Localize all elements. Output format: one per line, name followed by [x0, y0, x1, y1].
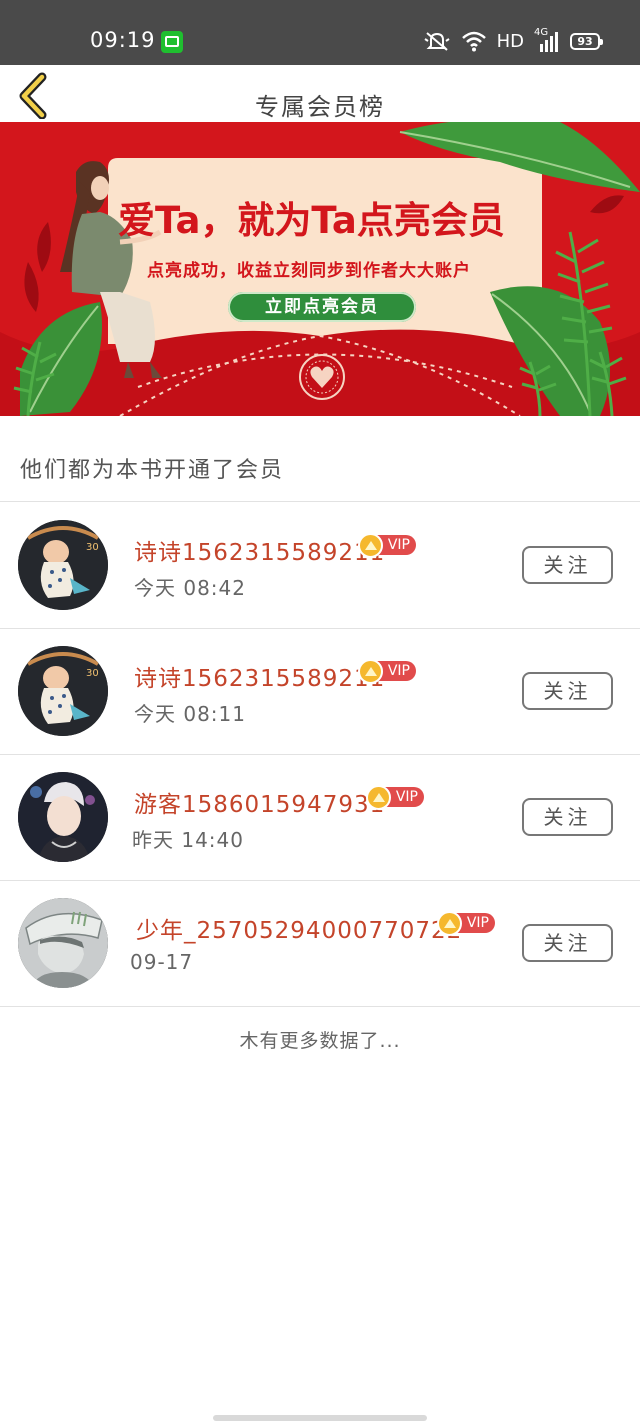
battery-icon: 93 — [570, 32, 603, 50]
follow-button[interactable]: 关注 — [522, 924, 613, 962]
network-hd-label: HD — [496, 30, 524, 52]
banner-headline: 爱Ta，就为Ta点亮会员 — [118, 199, 505, 242]
svg-text:30: 30 — [86, 542, 99, 553]
vip-badge: VIP — [358, 533, 416, 558]
promo-banner[interactable]: 爱Ta，就为Ta点亮会员 点亮成功，收益立刻同步到作者大大账户 立即点亮会员 — [0, 122, 640, 416]
follow-button[interactable]: 关注 — [522, 672, 613, 710]
avatar[interactable] — [18, 772, 108, 862]
anime-boy-drawing — [18, 898, 108, 988]
young-man-photo — [18, 772, 108, 862]
list-item: 30 诗诗1562315589211 VIP 今天 08:11 关注 — [0, 628, 640, 754]
signal-icon: 4G — [534, 27, 560, 52]
join-time: 昨天 14:40 — [132, 828, 244, 852]
list-item: 少年_25705294000770722 VIP 09-17 关注 — [0, 880, 640, 1006]
status-bar: 09:19 HD 4G 93 — [0, 0, 640, 65]
wifi-icon — [461, 31, 486, 52]
light-up-membership-button[interactable]: 立即点亮会员 — [228, 292, 416, 322]
home-indicator[interactable] — [213, 1415, 427, 1421]
svg-text:30: 30 — [86, 668, 99, 679]
section-title: 他们都为本书开通了会员 — [20, 458, 285, 483]
baby-photo: 30 — [18, 520, 108, 610]
user-name[interactable]: 游客1586015947931 — [134, 785, 385, 819]
user-name[interactable]: 少年_25705294000770722 — [136, 911, 462, 945]
list-item: 游客1586015947931 VIP 昨天 14:40 关注 — [0, 754, 640, 880]
vip-badge: VIP — [358, 659, 416, 684]
list-item: 30 诗诗1562315589211 VIP 今天 08:42 关注 — [0, 502, 640, 628]
vip-badge: VIP — [437, 911, 495, 936]
vip-badge: VIP — [366, 785, 424, 810]
baby-photo: 30 — [18, 646, 108, 736]
no-more-data-text: 木有更多数据了... — [239, 1030, 401, 1052]
mute-bell-icon — [424, 32, 450, 51]
avatar[interactable]: 30 — [18, 646, 108, 736]
top-bar: 专属会员榜 — [0, 65, 640, 122]
user-name[interactable]: 诗诗1562315589211 — [134, 659, 385, 693]
avatar[interactable] — [18, 898, 108, 988]
status-time: 09:19 — [90, 28, 156, 52]
follow-button[interactable]: 关注 — [522, 798, 613, 836]
follow-button[interactable]: 关注 — [522, 546, 613, 584]
join-time: 09-17 — [130, 950, 194, 974]
crown-icon — [366, 785, 391, 810]
join-time: 今天 08:42 — [134, 576, 246, 600]
divider — [0, 1006, 640, 1007]
crown-icon — [358, 533, 383, 558]
iqiyi-app-icon — [161, 31, 183, 53]
join-time: 今天 08:11 — [134, 702, 246, 726]
crown-icon — [437, 911, 462, 936]
user-name[interactable]: 诗诗1562315589211 — [134, 533, 385, 567]
status-indicators: HD 4G 93 — [423, 27, 603, 54]
banner-subtitle: 点亮成功，收益立刻同步到作者大大账户 — [147, 261, 471, 281]
page-title: 专属会员榜 — [255, 93, 385, 121]
signal-4g-label: 4G — [534, 27, 549, 38]
avatar[interactable]: 30 — [18, 520, 108, 610]
crown-icon — [358, 659, 383, 684]
